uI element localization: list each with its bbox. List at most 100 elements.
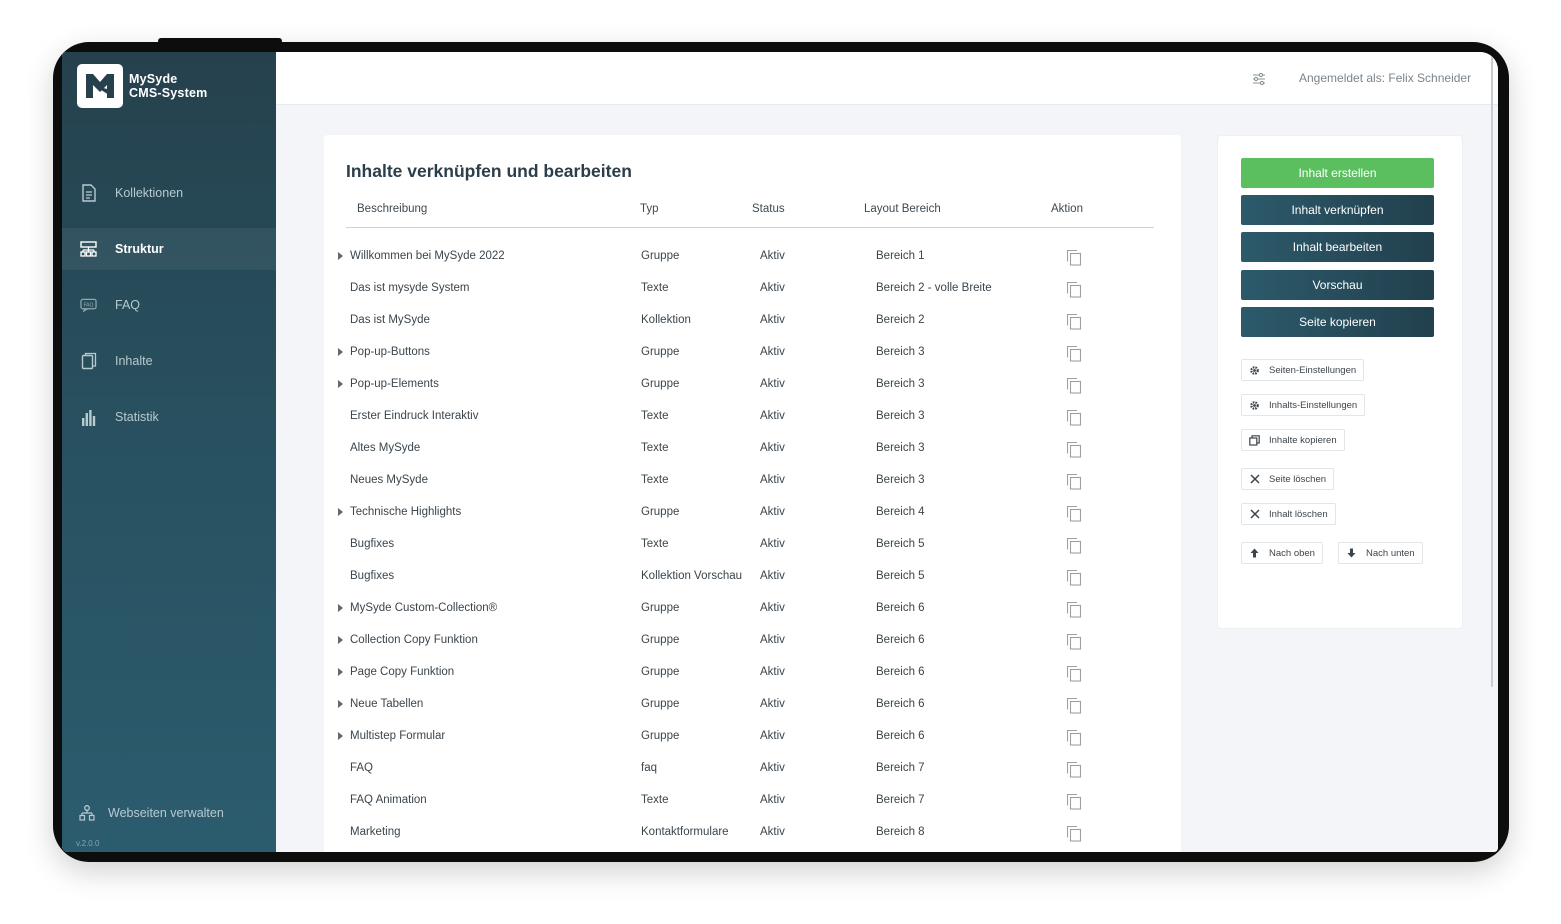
table-row[interactable]: Das ist MySyde Kollektion Aktiv Bereich 2 bbox=[324, 312, 1181, 344]
delete-page-label: Seite löschen bbox=[1269, 473, 1327, 485]
table-row[interactable]: Pop-up-Elements Gruppe Aktiv Bereich 3 bbox=[324, 376, 1181, 408]
brand[interactable]: MySyde CMS-System bbox=[77, 64, 207, 108]
table-row[interactable]: Das ist mysyde System Texte Aktiv Bereich 2… bbox=[324, 280, 1181, 312]
cell-layout-bereich: Bereich 2 - volle Breite bbox=[876, 282, 992, 294]
document-icon bbox=[80, 184, 97, 202]
copy-icon[interactable] bbox=[1066, 249, 1082, 266]
content-settings-label: Inhalts-Einstellungen bbox=[1269, 399, 1358, 411]
sidebar-item-faq[interactable]: FAQ FAQ bbox=[62, 284, 276, 326]
table-row[interactable]: Multistep Formular Gruppe Aktiv Bereich 6 bbox=[324, 728, 1181, 760]
gear-icon bbox=[1249, 365, 1260, 376]
cell-typ: Kollektion bbox=[641, 314, 691, 326]
table-row[interactable]: Willkommen bei MySyde 2022 Gruppe Aktiv Ber… bbox=[324, 248, 1181, 280]
cell-typ: Gruppe bbox=[641, 634, 680, 646]
content-card: Inhalte verknüpfen und bearbeiten Beschr… bbox=[324, 135, 1181, 852]
table-row[interactable]: Marketing Kontaktformulare Aktiv Bereich 8 bbox=[324, 824, 1181, 852]
table-row[interactable]: Neue Tabellen Gruppe Aktiv Bereich 6 bbox=[324, 696, 1181, 728]
link-content-button[interactable]: Inhalt verknüpfen bbox=[1241, 195, 1434, 225]
cell-layout-bereich: Bereich 3 bbox=[876, 346, 925, 358]
pages-icon bbox=[80, 352, 97, 370]
expand-caret-icon[interactable] bbox=[338, 668, 343, 676]
sidebar-item-struktur[interactable]: Struktur bbox=[62, 228, 276, 270]
expand-caret-icon[interactable] bbox=[338, 348, 343, 356]
copy-icon[interactable] bbox=[1066, 761, 1082, 778]
expand-caret-icon[interactable] bbox=[338, 700, 343, 708]
cell-beschreibung: Das ist MySyde bbox=[350, 314, 430, 326]
delete-page-button[interactable]: Seite löschen bbox=[1241, 468, 1335, 490]
cell-typ: Gruppe bbox=[641, 602, 680, 614]
bar-chart-icon bbox=[80, 408, 97, 426]
copy-icon[interactable] bbox=[1066, 601, 1082, 618]
table-row[interactable]: FAQ Animation Texte Aktiv Bereich 7 bbox=[324, 792, 1181, 824]
cell-layout-bereich: Bereich 5 bbox=[876, 570, 925, 582]
preview-button[interactable]: Vorschau bbox=[1241, 270, 1434, 300]
copy-icon bbox=[1249, 434, 1260, 446]
copy-icon[interactable] bbox=[1066, 377, 1082, 394]
expand-caret-icon[interactable] bbox=[338, 508, 343, 516]
table-row[interactable]: FAQ faq Aktiv Bereich 7 bbox=[324, 760, 1181, 792]
cell-typ: Texte bbox=[641, 474, 669, 486]
copy-icon[interactable] bbox=[1066, 697, 1082, 714]
copy-icon[interactable] bbox=[1066, 281, 1082, 298]
copy-icon[interactable] bbox=[1066, 537, 1082, 554]
expand-caret-icon[interactable] bbox=[338, 604, 343, 612]
page-settings-button[interactable]: Seiten-Einstellungen bbox=[1241, 359, 1365, 381]
table-row[interactable]: MySyde Custom-Collection® Gruppe Aktiv Bere… bbox=[324, 600, 1181, 632]
copy-icon[interactable] bbox=[1066, 505, 1082, 522]
table-row[interactable]: Bugfixes Kollektion Vorschau Aktiv Bereich … bbox=[324, 568, 1181, 600]
cell-layout-bereich: Bereich 3 bbox=[876, 474, 925, 486]
cell-status: Aktiv bbox=[760, 826, 785, 838]
copy-icon[interactable] bbox=[1066, 473, 1082, 490]
table-row[interactable]: Bugfixes Texte Aktiv Bereich 5 bbox=[324, 536, 1181, 568]
table-row[interactable]: Collection Copy Funktion Gruppe Aktiv Berei… bbox=[324, 632, 1181, 664]
cell-status: Aktiv bbox=[760, 506, 785, 518]
cell-layout-bereich: Bereich 3 bbox=[876, 410, 925, 422]
cell-status: Aktiv bbox=[760, 474, 785, 486]
cell-layout-bereich: Bereich 7 bbox=[876, 762, 925, 774]
copy-icon[interactable] bbox=[1066, 825, 1082, 842]
sidebar-item-inhalte[interactable]: Inhalte bbox=[62, 340, 276, 382]
scrollbar[interactable] bbox=[1491, 52, 1493, 687]
cell-typ: Texte bbox=[641, 794, 669, 806]
expand-caret-icon[interactable] bbox=[338, 732, 343, 740]
table-row[interactable]: Altes MySyde Texte Aktiv Bereich 3 bbox=[324, 440, 1181, 472]
create-content-button[interactable]: Inhalt erstellen bbox=[1241, 158, 1434, 188]
edit-content-button[interactable]: Inhalt bearbeiten bbox=[1241, 232, 1434, 262]
table-row[interactable]: Technische Highlights Gruppe Aktiv Bereich … bbox=[324, 504, 1181, 536]
settings-sliders-icon[interactable] bbox=[1251, 71, 1267, 87]
topbar: Angemeldet als: Felix Schneider bbox=[276, 52, 1498, 105]
sitemap-icon bbox=[80, 240, 97, 258]
expand-caret-icon[interactable] bbox=[338, 252, 343, 260]
move-down-button[interactable]: Nach unten bbox=[1338, 542, 1423, 564]
table-row[interactable]: Neues MySyde Texte Aktiv Bereich 3 bbox=[324, 472, 1181, 504]
copy-page-button[interactable]: Seite kopieren bbox=[1241, 307, 1434, 337]
move-up-button[interactable]: Nach oben bbox=[1241, 542, 1323, 564]
copy-icon[interactable] bbox=[1066, 441, 1082, 458]
expand-caret-icon[interactable] bbox=[338, 636, 343, 644]
delete-content-label: Inhalt löschen bbox=[1269, 508, 1328, 520]
content-settings-button[interactable]: Inhalts-Einstellungen bbox=[1241, 394, 1366, 416]
cell-typ: Gruppe bbox=[641, 698, 680, 710]
sidebar-item-kollektionen[interactable]: Kollektionen bbox=[62, 172, 276, 214]
copy-icon[interactable] bbox=[1066, 409, 1082, 426]
table-row[interactable]: Pop-up-Buttons Gruppe Aktiv Bereich 3 bbox=[324, 344, 1181, 376]
copy-icon[interactable] bbox=[1066, 729, 1082, 746]
copy-icon[interactable] bbox=[1066, 569, 1082, 586]
copy-contents-button[interactable]: Inhalte kopieren bbox=[1241, 429, 1345, 451]
table-row[interactable]: Page Copy Funktion Gruppe Aktiv Bereich 6 bbox=[324, 664, 1181, 696]
cell-layout-bereich: Bereich 2 bbox=[876, 314, 925, 326]
sidebar-item-statistik[interactable]: Statistik bbox=[62, 396, 276, 438]
cell-status: Aktiv bbox=[760, 538, 785, 550]
copy-icon[interactable] bbox=[1066, 345, 1082, 362]
expand-caret-icon[interactable] bbox=[338, 380, 343, 388]
manage-websites-link[interactable]: Webseiten verwalten bbox=[78, 804, 224, 822]
copy-icon[interactable] bbox=[1066, 665, 1082, 682]
sidebar-item-label: Statistik bbox=[115, 410, 159, 424]
copy-icon[interactable] bbox=[1066, 793, 1082, 810]
actions-panel: Inhalt erstellen Inhalt verknüpfen Inhal… bbox=[1217, 135, 1463, 629]
copy-icon[interactable] bbox=[1066, 633, 1082, 650]
cell-status: Aktiv bbox=[760, 442, 785, 454]
table-row[interactable]: Erster Eindruck Interaktiv Texte Aktiv Bere… bbox=[324, 408, 1181, 440]
delete-content-button[interactable]: Inhalt löschen bbox=[1241, 503, 1336, 525]
copy-icon[interactable] bbox=[1066, 313, 1082, 330]
